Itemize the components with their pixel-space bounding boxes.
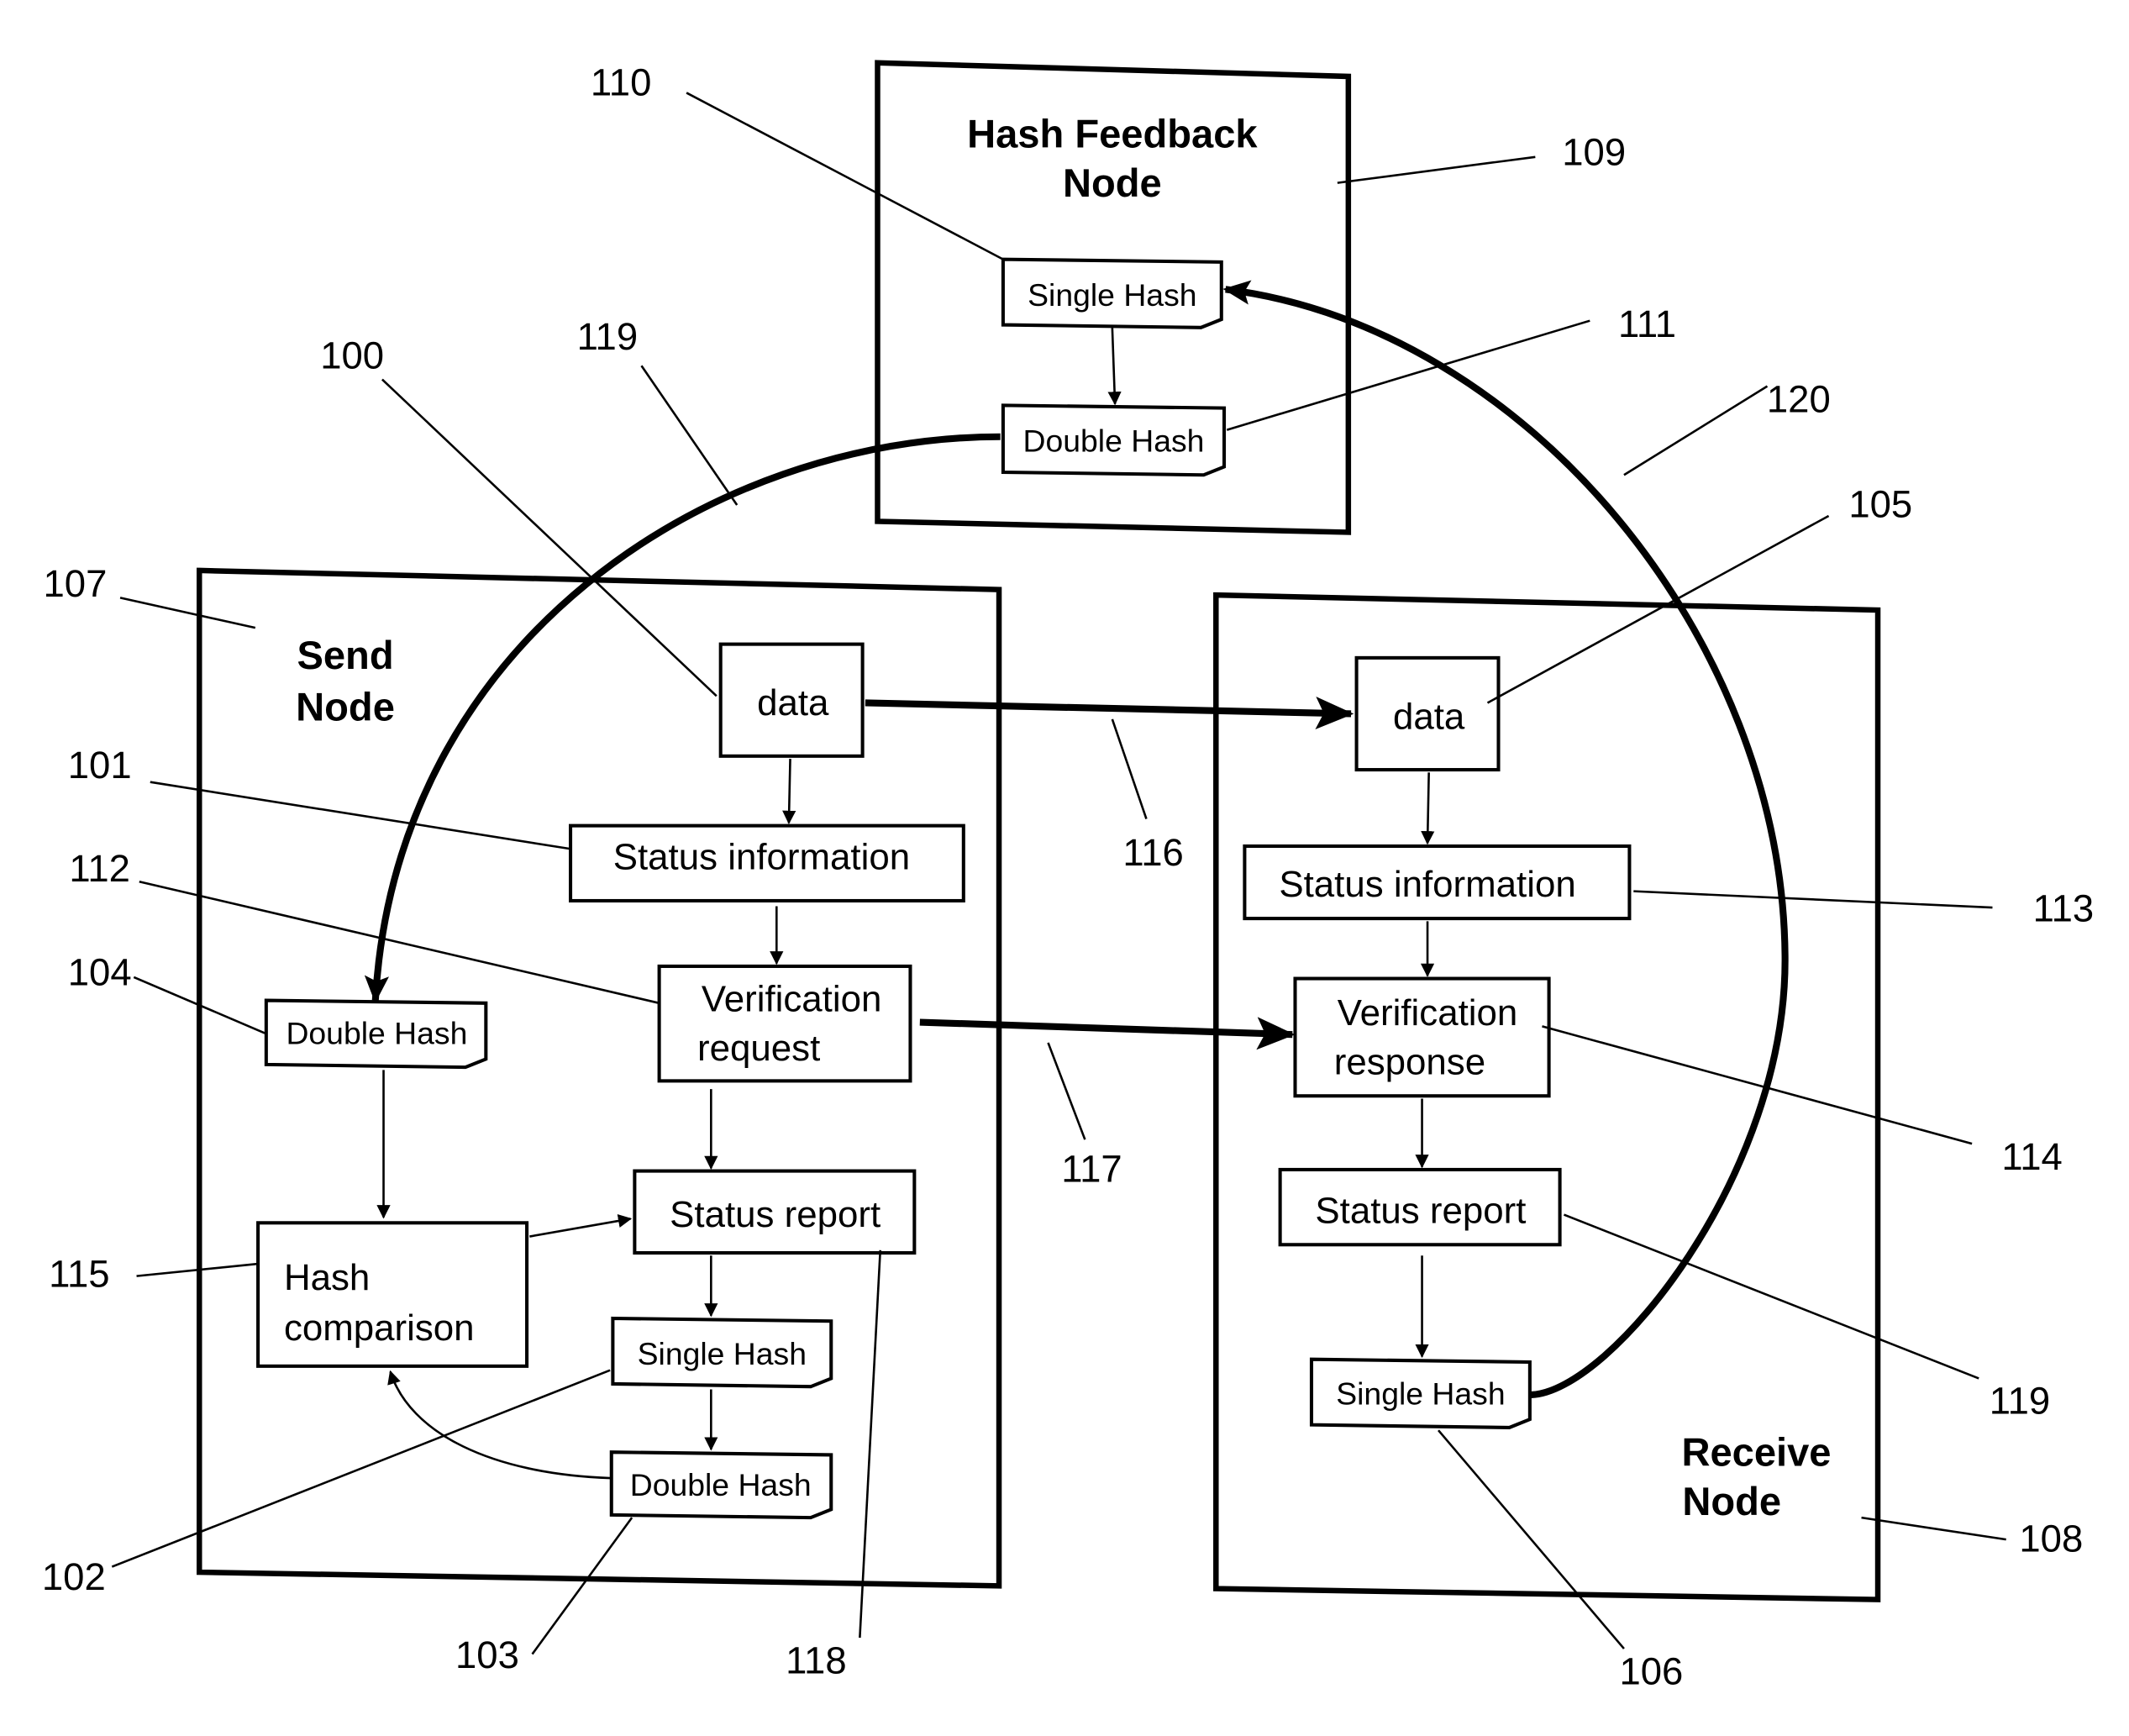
ref-108: 108	[2019, 1518, 2083, 1560]
leader-119-top	[640, 365, 739, 506]
send-status-info-label: Status information	[613, 837, 910, 878]
send-arrow-data-status	[782, 759, 796, 825]
recv-status-report-block: Status report	[1278, 1167, 1562, 1247]
send-verification-request-label: Verification	[702, 979, 881, 1020]
send-hash-comparison-block: Hash comparison	[256, 1221, 529, 1368]
ref-100: 100	[320, 334, 384, 377]
receive-node-title: Receive	[1681, 1429, 1831, 1474]
leader-108	[1861, 1516, 2006, 1541]
hf-hash-arrow	[1107, 327, 1122, 406]
ref-106: 106	[1619, 1649, 1683, 1692]
send-double-hash-block: Double Hash	[609, 1450, 833, 1520]
leader-111	[1226, 319, 1590, 431]
ref-114: 114	[2001, 1135, 2063, 1178]
send-data-label: data	[757, 682, 829, 723]
leader-117	[1047, 1042, 1086, 1140]
leader-103	[531, 1517, 633, 1655]
hf-double-hash-label: Double Hash	[1023, 423, 1205, 459]
send-node-title-2: Node	[296, 685, 395, 729]
hash-feedback-node-title-2: Node	[1063, 160, 1162, 205]
ref-103: 103	[455, 1633, 519, 1676]
ref-105: 105	[1848, 483, 1912, 526]
send-arrow-double-comparison	[387, 1370, 611, 1480]
send-double-hash-label: Double Hash	[630, 1467, 812, 1502]
recv-data-label: data	[1393, 696, 1465, 737]
ref-101: 101	[68, 744, 132, 786]
recv-status-info-label: Status information	[1279, 864, 1575, 905]
send-single-hash-block: Single Hash	[611, 1316, 833, 1389]
leader-119	[1563, 1213, 1979, 1380]
recv-single-hash-label: Single Hash	[1336, 1376, 1505, 1411]
ref-112: 112	[69, 847, 130, 890]
recv-verification-response-block: Verification response	[1293, 976, 1551, 1098]
ref-102: 102	[42, 1555, 106, 1598]
leader-120	[1623, 385, 1769, 476]
hash-feedback-node-title: Hash Feedback	[967, 111, 1258, 155]
ref-107: 107	[44, 562, 108, 605]
ref-111: 111	[1618, 302, 1676, 345]
send-hash-comparison-label: Hash	[284, 1257, 370, 1298]
leader-100	[381, 378, 718, 697]
send-status-report-block: Status report	[633, 1169, 917, 1255]
send-hash-comparison-label-2: comparison	[284, 1307, 475, 1349]
receive-node-title-2: Node	[1682, 1479, 1781, 1523]
leader-109	[1337, 155, 1536, 184]
send-single-hash-label: Single Hash	[638, 1336, 807, 1371]
send-double-hash-received-block: Double Hash	[264, 998, 488, 1070]
recv-arrow-data-status	[1421, 772, 1435, 845]
ref-115: 115	[49, 1253, 110, 1296]
send-double-hash-received-label: Double Hash	[286, 1016, 467, 1051]
ref-113: 113	[2033, 886, 2095, 929]
hf-single-hash-label: Single Hash	[1028, 277, 1196, 313]
ref-110: 110	[591, 61, 652, 104]
ref-119-top: 119	[577, 315, 639, 358]
ref-109: 109	[1562, 131, 1626, 174]
recv-verification-response-label: Verification	[1338, 992, 1517, 1034]
send-node-title: Send	[297, 633, 393, 677]
recv-single-hash-block: Single Hash	[1309, 1357, 1532, 1429]
leader-101	[150, 781, 571, 850]
recv-status-info-block: Status information	[1243, 844, 1632, 921]
send-verification-request-block: Verification request	[657, 964, 912, 1083]
verification-transfer-arrow	[919, 1017, 1296, 1050]
recv-verification-response-label-2: response	[1334, 1041, 1485, 1082]
leader-116	[1111, 718, 1148, 819]
recv-data-block: data	[1354, 655, 1501, 772]
send-arrow-comparison-report	[529, 1213, 633, 1238]
leader-107	[119, 597, 256, 629]
leader-113	[1633, 890, 1993, 909]
ref-116: 116	[1122, 831, 1184, 874]
send-verification-request-label-2: request	[697, 1028, 820, 1069]
ref-118: 118	[786, 1639, 847, 1681]
ref-117: 117	[1061, 1148, 1122, 1191]
hash-verification-diagram: Hash Feedback Node Send Node Receive Nod…	[42, 60, 2095, 1692]
leader-110	[686, 92, 1004, 260]
send-data-block: data	[718, 642, 865, 758]
recv-status-report-label: Status report	[1315, 1190, 1526, 1231]
leader-118	[859, 1249, 882, 1639]
leader-106	[1438, 1429, 1625, 1649]
ref-104: 104	[68, 951, 132, 994]
send-status-report-label: Status report	[670, 1194, 881, 1235]
send-status-info-block: Status information	[569, 823, 965, 903]
ref-120: 120	[1767, 378, 1831, 421]
leader-102	[111, 1369, 611, 1568]
hf-double-hash-block: Double Hash	[1001, 403, 1227, 477]
data-transfer-arrow	[865, 697, 1354, 730]
hf-single-hash-block: Single Hash	[1001, 257, 1223, 329]
ref-119: 119	[1990, 1380, 2051, 1423]
